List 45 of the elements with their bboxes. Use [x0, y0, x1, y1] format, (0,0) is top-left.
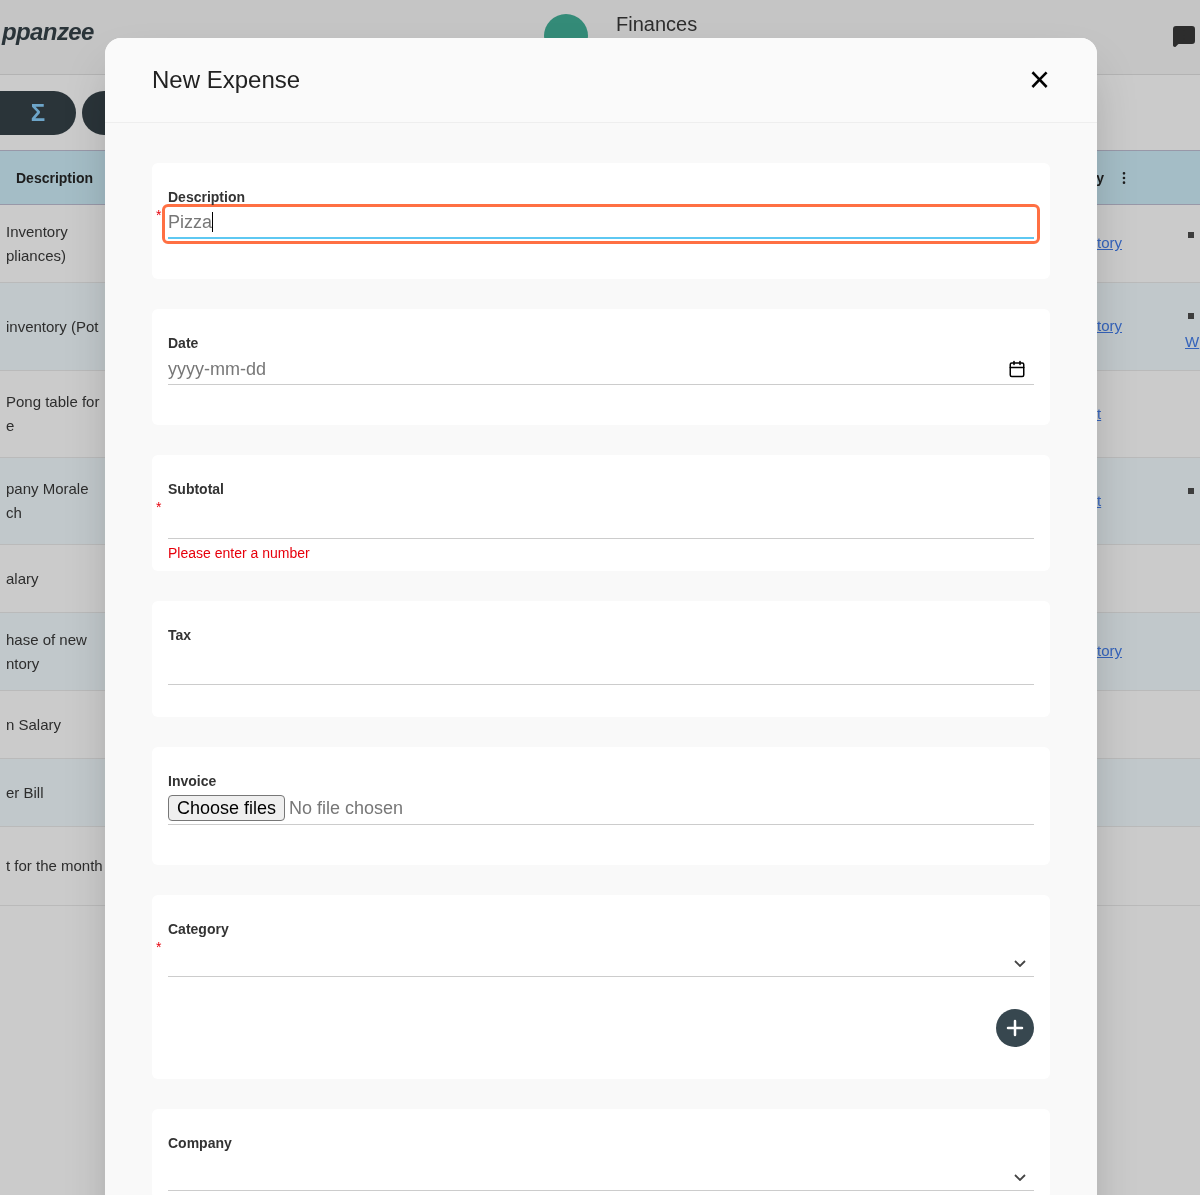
table-cell-text: Pong table for e: [5, 392, 100, 436]
form-card: * Subtotal Please enter a number: [152, 455, 1050, 571]
sum-button[interactable]: Σ: [0, 90, 76, 135]
file-status: No file chosen: [289, 796, 404, 820]
column-header[interactable]: Description: [16, 167, 93, 188]
text-field[interactable]: Pizza: [168, 207, 1034, 239]
table-cell-text: er Bill: [5, 782, 44, 803]
add-button[interactable]: [996, 1009, 1034, 1047]
table-cell-text: hase of new ntory: [5, 629, 87, 674]
field-label: Date: [168, 334, 200, 353]
field-label: Category: [168, 920, 230, 939]
field-label: Invoice: [168, 772, 218, 791]
field-label: Tax: [168, 626, 193, 645]
table-cell-text: pany Morale ch: [5, 479, 89, 523]
error-message: Please enter a number: [168, 544, 311, 563]
table-link[interactable]: W: [1185, 331, 1200, 354]
chevron-down-icon: [1014, 960, 1026, 967]
table-link[interactable]: tory: [1097, 640, 1122, 663]
table-cell-text: t for the month: [5, 856, 103, 876]
table-link[interactable]: t: [1097, 402, 1102, 426]
field-label: Description: [168, 188, 246, 207]
bullet-icon: [1188, 488, 1194, 495]
table-link[interactable]: t: [1097, 489, 1102, 513]
table-link[interactable]: tory: [1097, 315, 1122, 338]
logo[interactable]: ppanzee: [2, 14, 94, 50]
feedback-icon[interactable]: [1172, 24, 1196, 48]
table-cell-text: alary: [5, 568, 39, 589]
form-card: * Category: [152, 895, 1050, 1079]
calendar-icon[interactable]: [1008, 359, 1026, 378]
table-cell-text: Inventory pliances): [5, 221, 68, 266]
section-title: Finances: [616, 12, 698, 37]
field-label: Subtotal: [168, 480, 225, 499]
table-cell-text: n Salary: [5, 714, 62, 735]
choose-files-button[interactable]: Choose files: [168, 794, 286, 821]
bullet-icon: [1188, 231, 1194, 238]
close-button[interactable]: ×: [1028, 62, 1050, 98]
table-link[interactable]: tory: [1097, 232, 1122, 255]
bullet-icon: [1188, 313, 1194, 320]
table-cell-text: inventory (Pot: [5, 316, 99, 337]
field-label: Company: [168, 1134, 233, 1153]
form-card: * Description Pizza: [152, 163, 1050, 279]
dialog-title: New Expense: [152, 65, 301, 95]
chevron-down-icon: [1014, 1174, 1026, 1181]
column-header[interactable]: y: [1096, 167, 1104, 188]
date-field[interactable]: yyyy-mm-dd: [168, 353, 1034, 385]
